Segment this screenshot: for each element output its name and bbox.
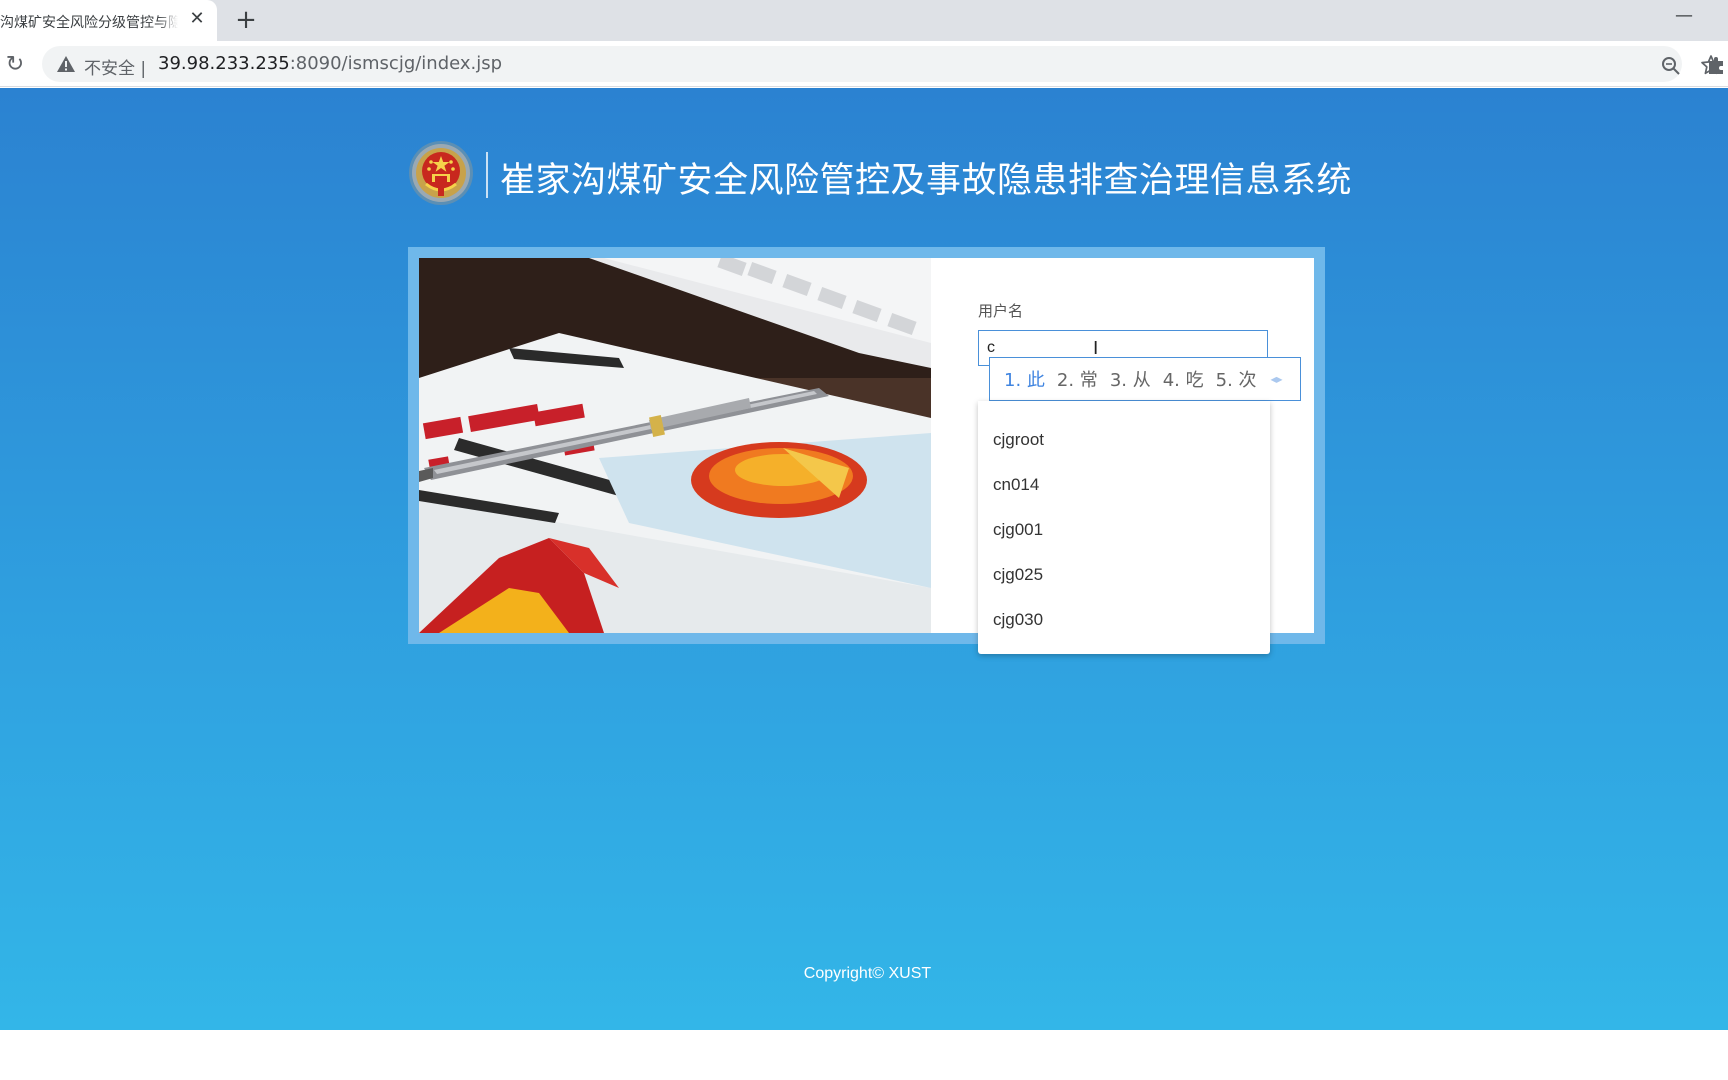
tab-title: 沟煤矿安全风险分级管控与隐患排查 — [0, 12, 178, 32]
reload-icon[interactable]: ↻ — [2, 52, 28, 78]
autocomplete-item[interactable]: cjg030 — [978, 597, 1270, 642]
warning-icon — [57, 56, 75, 72]
page-bottom-strip — [0, 1030, 1728, 1080]
ime-candidate[interactable]: 3. 从 — [1110, 366, 1151, 392]
system-title: 崔家沟煤矿安全风险管控及事故隐患排查治理信息系统 — [500, 161, 1353, 201]
zoom-icon[interactable] — [1660, 55, 1682, 77]
autocomplete-item[interactable]: cn014 — [978, 462, 1270, 507]
text-cursor-icon: I — [1093, 338, 1099, 359]
ime-page-arrows-icon[interactable]: ◂▸ — [1271, 372, 1283, 386]
business-charts-photo — [419, 258, 931, 633]
extensions-puzzle-icon[interactable] — [1706, 54, 1728, 76]
browser-tab-bar: 沟煤矿安全风险分级管控与隐患排查 ✕ + — — [0, 0, 1728, 41]
copyright-footer: Copyright© XUST — [803, 965, 932, 982]
ime-candidate[interactable]: 4. 吃 — [1163, 366, 1204, 392]
header-divider — [486, 152, 488, 198]
autocomplete-item[interactable]: cjgroot — [978, 417, 1270, 462]
autocomplete-item[interactable]: cjg001 — [978, 507, 1270, 552]
url-path: :8090/ismscjg/index.jsp — [289, 53, 503, 74]
minimize-window-button[interactable]: — — [1672, 4, 1696, 28]
national-emblem-logo — [409, 141, 473, 205]
ime-candidate[interactable]: 1. 此 — [1004, 366, 1045, 392]
url-text[interactable]: 39.98.233.235:8090/ismscjg/index.jsp — [158, 53, 502, 74]
login-page: 崔家沟煤矿安全风险管控及事故隐患排查治理信息系统 用户名 c Copyright… — [0, 88, 1728, 1030]
ime-candidate-bar[interactable]: 1. 此 2. 常 3. 从 4. 吃 5. 次 ◂▸ — [989, 357, 1301, 401]
tab-close-icon[interactable]: ✕ — [187, 9, 207, 29]
address-bar[interactable]: 不安全 | 39.98.233.235:8090/ismscjg/index.j… — [42, 46, 1721, 82]
security-status[interactable]: 不安全 | — [84, 54, 146, 79]
new-tab-button[interactable]: + — [232, 6, 260, 34]
username-autocomplete-dropdown: cjgroot cn014 cjg001 cjg025 cjg030 — [978, 401, 1270, 654]
url-host: 39.98.233.235 — [158, 53, 290, 74]
ime-candidate[interactable]: 5. 次 — [1216, 366, 1257, 392]
username-label: 用户名 — [978, 302, 1024, 320]
ime-candidate[interactable]: 2. 常 — [1057, 366, 1098, 392]
browser-toolbar: ↻ 不安全 | 39.98.233.235:8090/ismscjg/index… — [0, 41, 1728, 87]
system-header: 崔家沟煤矿安全风险管控及事故隐患排查治理信息系统 — [408, 140, 1352, 210]
browser-tab[interactable]: 沟煤矿安全风险分级管控与隐患排查 ✕ — [0, 0, 217, 41]
autocomplete-item[interactable]: cjg025 — [978, 552, 1270, 597]
